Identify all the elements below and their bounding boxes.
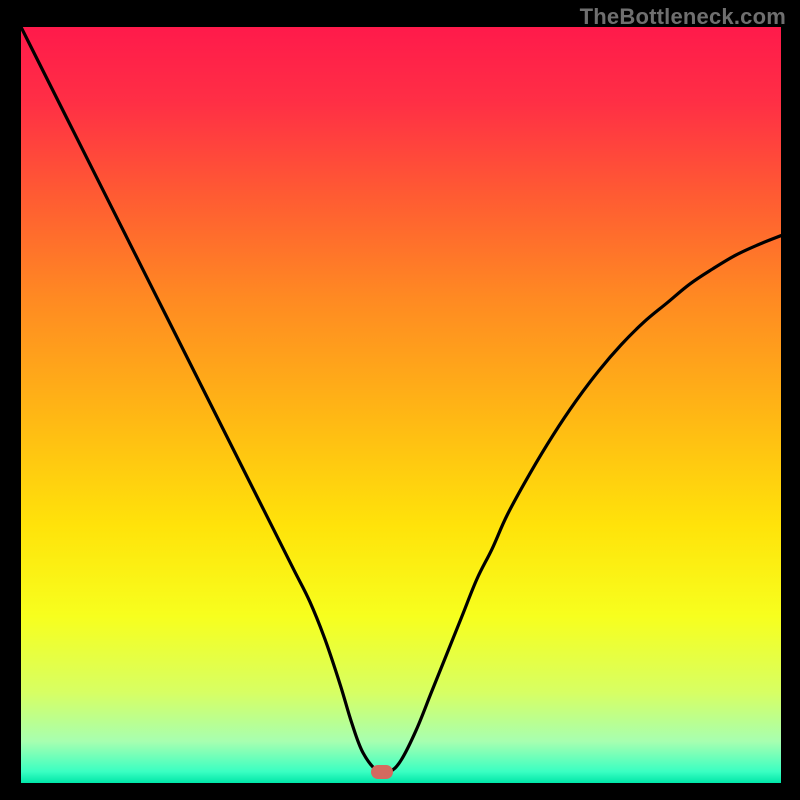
- plot-inner: [21, 27, 781, 783]
- chart-frame: TheBottleneck.com: [0, 0, 800, 800]
- plot-area: [21, 27, 781, 783]
- optimum-marker: [371, 765, 393, 779]
- gradient-background: [21, 27, 781, 783]
- watermark-text: TheBottleneck.com: [580, 4, 786, 30]
- plot-svg: [21, 27, 781, 783]
